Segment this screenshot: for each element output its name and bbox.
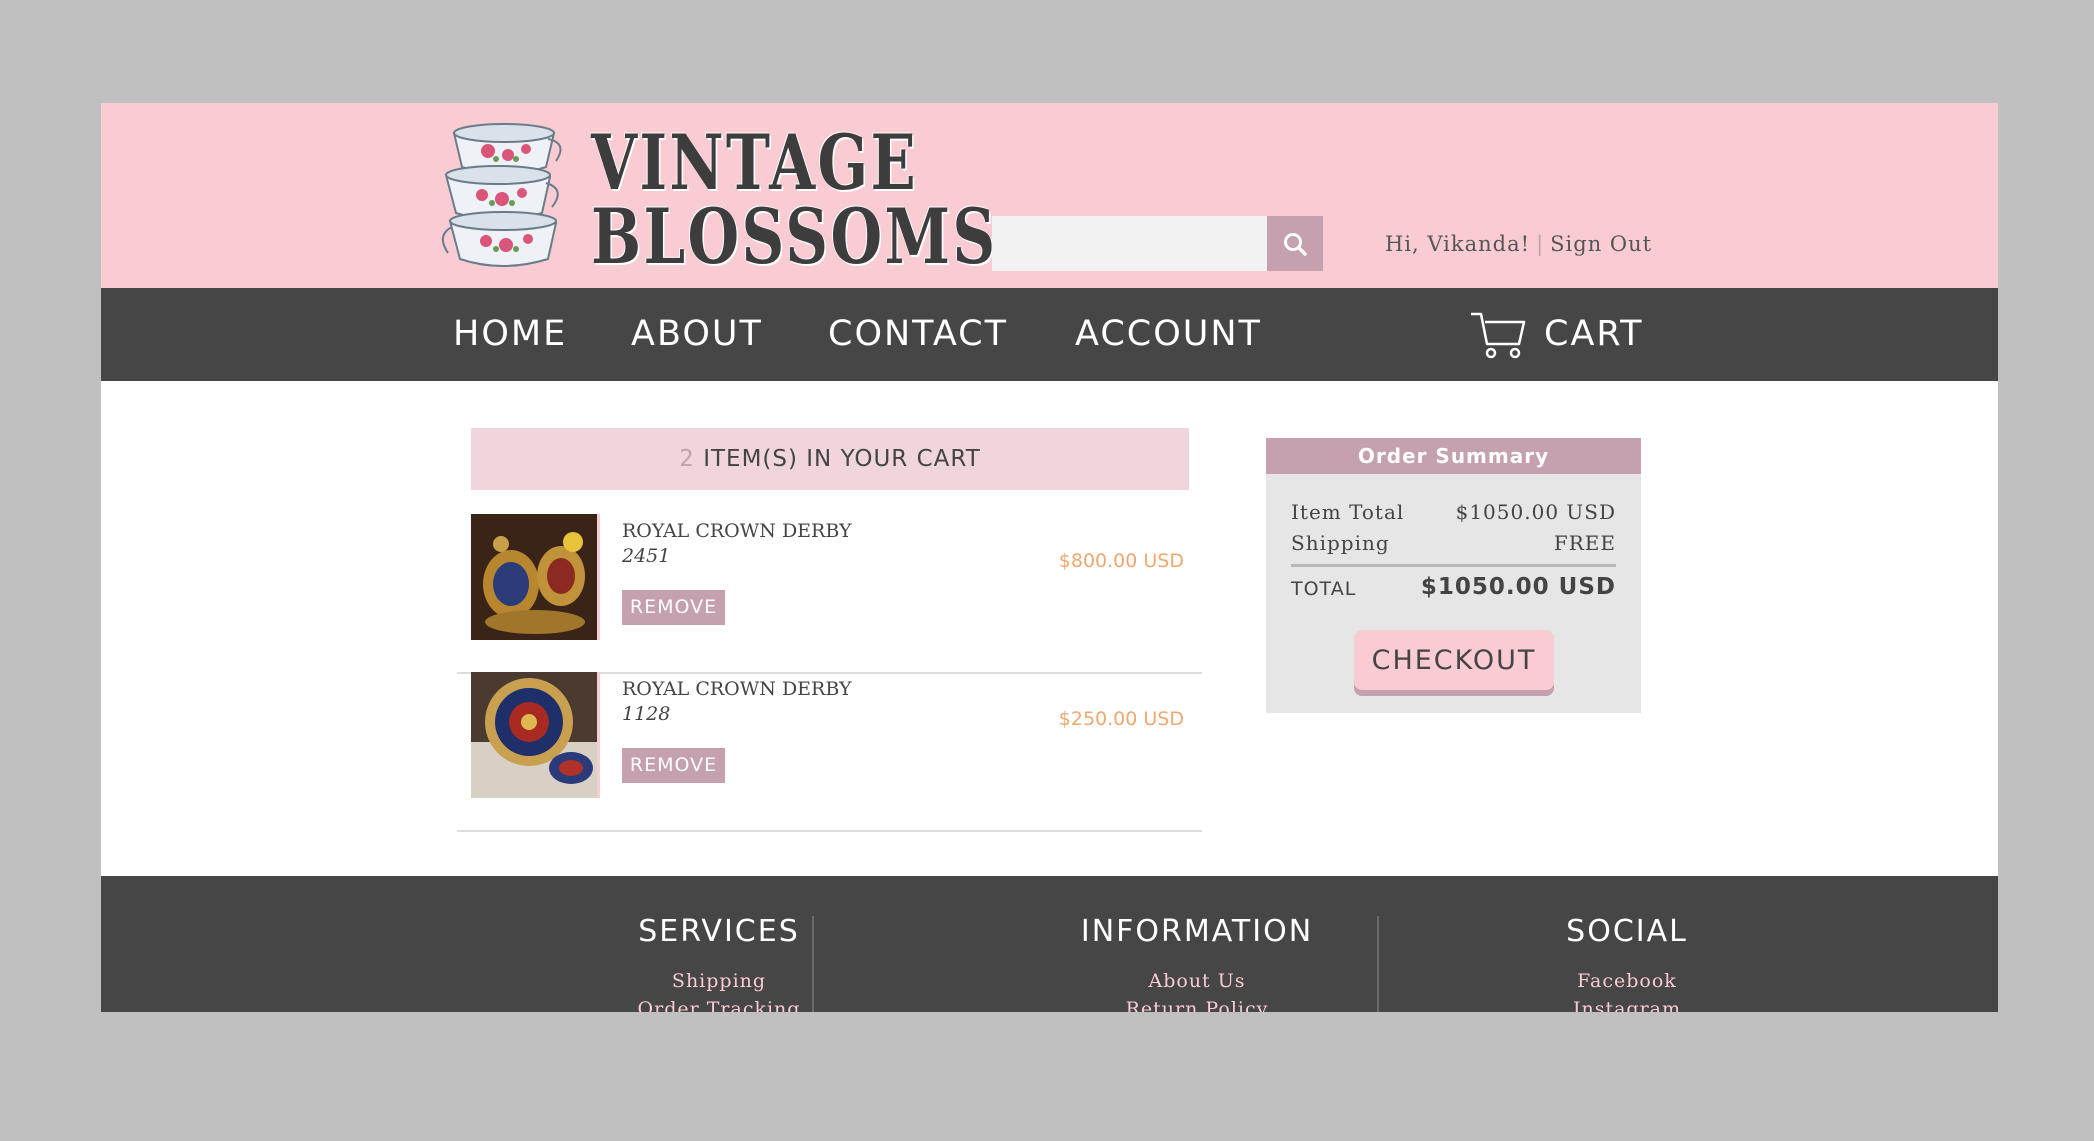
footer-divider	[1377, 916, 1379, 1012]
footer-link-about-us[interactable]: About Us	[997, 970, 1397, 992]
nav-item-home[interactable]: HOME	[453, 288, 567, 381]
cart-item-count: 2	[679, 446, 695, 472]
footer-social-title: SOCIAL	[1566, 914, 1688, 949]
search-input[interactable]	[992, 216, 1267, 271]
plate-set-image	[471, 672, 597, 798]
product-name: ROYAL CROWN DERBY	[622, 678, 852, 700]
cart-item: ROYAL CROWN DERBY 1128 REMOVE $250.00 US…	[457, 672, 1202, 832]
item-total-value: $1050.00 USD	[1455, 500, 1616, 524]
cart-header-text: ITEM(S) IN YOUR CART	[703, 446, 981, 472]
nav-item-cart[interactable]: CART	[1544, 288, 1644, 381]
nav-item-about[interactable]: ABOUT	[631, 288, 763, 381]
site-header: VINTAGE BLOSSOMS Hi, Vikanda! | Sign Out	[101, 103, 1998, 288]
footer-link-facebook[interactable]: Facebook	[1427, 970, 1827, 992]
search-button[interactable]	[1267, 216, 1323, 271]
shipping-label: Shipping	[1291, 531, 1390, 555]
product-thumbnail[interactable]	[471, 672, 600, 798]
footer-services-title: SERVICES	[638, 914, 800, 949]
product-price: $800.00 USD	[1058, 550, 1184, 572]
cart-item: ROYAL CROWN DERBY 2451 REMOVE $800.00 US…	[457, 514, 1202, 674]
item-total-row: Item Total $1050.00 USD	[1291, 500, 1616, 524]
remove-button[interactable]: REMOVE	[622, 590, 725, 625]
tea-set-image	[471, 514, 597, 640]
site-footer: SERVICES Shipping Order Tracking INFORMA…	[101, 876, 1998, 1012]
nav-item-account[interactable]: ACCOUNT	[1075, 288, 1262, 381]
remove-button[interactable]: REMOVE	[622, 748, 725, 783]
footer-link-instagram[interactable]: Instagram	[1427, 998, 1827, 1012]
item-total-label: Item Total	[1291, 500, 1405, 524]
brand-line-2: BLOSSOMS	[591, 192, 998, 281]
footer-link-return-policy[interactable]: Return Policy	[997, 998, 1397, 1012]
greeting-text: Hi, Vikanda!	[1385, 232, 1531, 256]
footer-link-order-tracking[interactable]: Order Tracking	[519, 998, 919, 1012]
greeting-separator: |	[1536, 232, 1545, 256]
total-label: TOTAL	[1291, 578, 1357, 600]
product-price: $250.00 USD	[1058, 708, 1184, 730]
search-icon	[1284, 232, 1307, 256]
teacup-stack-logo-icon[interactable]	[436, 115, 571, 275]
product-name: ROYAL CROWN DERBY	[622, 520, 852, 542]
footer-information-title: INFORMATION	[1080, 914, 1314, 949]
order-summary: Order Summary Item Total $1050.00 USD Sh…	[1266, 438, 1641, 713]
shopping-cart-icon[interactable]	[1469, 310, 1527, 360]
product-number: 2451	[622, 545, 671, 567]
page: VINTAGE BLOSSOMS Hi, Vikanda! | Sign Out H…	[101, 103, 1998, 1012]
checkout-button[interactable]: CHECKOUT	[1354, 630, 1554, 690]
shipping-row: Shipping FREE	[1291, 531, 1616, 555]
cart-header: 2 ITEM(S) IN YOUR CART	[471, 428, 1189, 490]
footer-link-shipping[interactable]: Shipping	[519, 970, 919, 992]
product-thumbnail[interactable]	[471, 514, 600, 640]
summary-divider	[1291, 564, 1616, 567]
product-number: 1128	[622, 703, 671, 725]
sign-out-link[interactable]: Sign Out	[1550, 232, 1652, 256]
brand-line-1: VINTAGE	[591, 118, 918, 207]
shipping-value: FREE	[1553, 531, 1616, 555]
order-summary-title: Order Summary	[1266, 438, 1641, 474]
brand-logo[interactable]: VINTAGE BLOSSOMS	[591, 118, 995, 275]
footer-divider	[812, 916, 814, 1012]
user-greeting-area: Hi, Vikanda! | Sign Out	[1385, 232, 1652, 256]
main-nav: HOME ABOUT CONTACT ACCOUNT CART	[101, 288, 1998, 381]
nav-item-contact[interactable]: CONTACT	[828, 288, 1008, 381]
total-value: $1050.00 USD	[1420, 574, 1616, 600]
